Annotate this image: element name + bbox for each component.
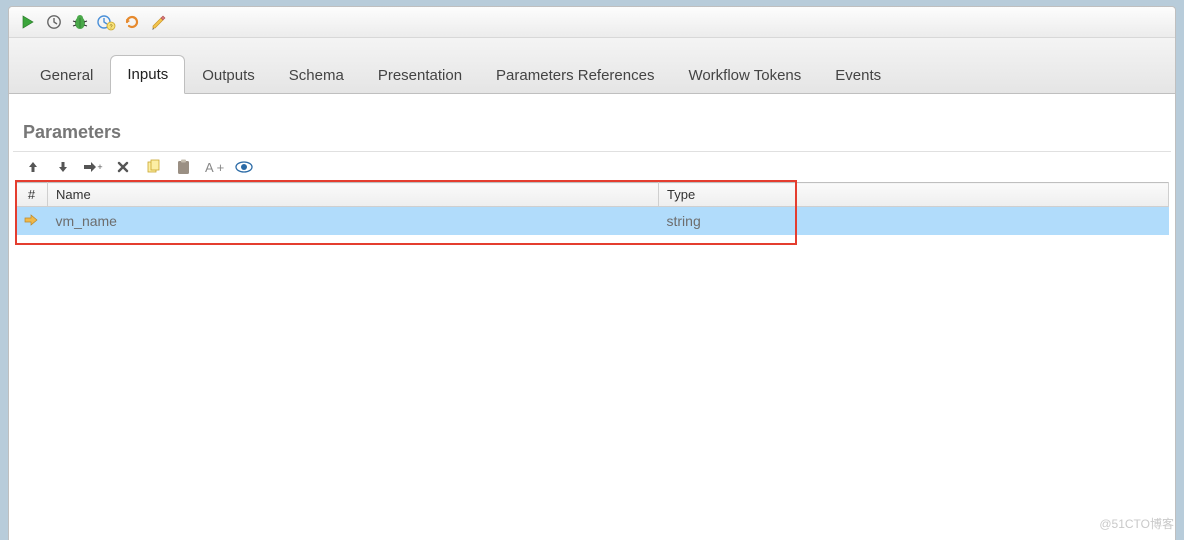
table-row[interactable]: vm_name string xyxy=(16,207,1169,236)
divider xyxy=(13,151,1171,152)
visibility-button[interactable] xyxy=(234,158,254,176)
tab-events[interactable]: Events xyxy=(818,56,898,94)
a-plus-label: A + xyxy=(205,160,224,175)
svg-text:+: + xyxy=(97,162,102,172)
refresh-button[interactable] xyxy=(121,11,143,33)
copy-icon xyxy=(145,159,161,175)
debug-button[interactable] xyxy=(69,11,91,33)
tab-schema[interactable]: Schema xyxy=(272,56,361,94)
parameters-grid-wrap: # Name Type vm_name string xyxy=(15,182,1169,235)
play-icon xyxy=(20,14,36,30)
paste-button[interactable] xyxy=(173,158,193,176)
tab-outputs[interactable]: Outputs xyxy=(185,56,272,94)
parameters-table: # Name Type vm_name string xyxy=(15,182,1169,235)
edit-button[interactable] xyxy=(147,11,169,33)
tab-workflow-tokens[interactable]: Workflow Tokens xyxy=(671,56,818,94)
svg-text:?: ? xyxy=(109,25,112,31)
schedule-button[interactable] xyxy=(43,11,65,33)
col-header-name[interactable]: Name xyxy=(48,183,659,207)
col-header-num[interactable]: # xyxy=(16,183,48,207)
timer-button[interactable]: ? xyxy=(95,11,117,33)
tab-parameters-references[interactable]: Parameters References xyxy=(479,56,671,94)
copy-button[interactable] xyxy=(143,158,163,176)
clock-icon xyxy=(46,14,62,30)
arrow-up-icon xyxy=(26,160,40,174)
pencil-icon xyxy=(150,14,167,31)
move-down-button[interactable] xyxy=(53,158,73,176)
a-plus-button[interactable]: A + xyxy=(203,158,224,176)
parameters-toolbar: + A + xyxy=(9,156,1175,182)
tab-inputs[interactable]: Inputs xyxy=(110,55,185,94)
input-arrow-icon xyxy=(24,214,40,226)
tab-content: Parameters + A + xyxy=(9,94,1175,540)
move-up-button[interactable] xyxy=(23,158,43,176)
refresh-icon xyxy=(123,13,141,31)
tab-general[interactable]: General xyxy=(23,56,110,94)
cell-name: vm_name xyxy=(48,207,659,236)
tab-presentation[interactable]: Presentation xyxy=(361,56,479,94)
col-header-type[interactable]: Type xyxy=(659,183,1169,207)
bug-icon xyxy=(71,13,89,31)
cell-type: string xyxy=(659,207,1169,236)
arrow-right-plus-icon: + xyxy=(83,160,103,174)
arrow-down-icon xyxy=(56,160,70,174)
eye-icon xyxy=(235,161,253,173)
watermark: @51CTO博客 xyxy=(1099,515,1174,532)
add-param-button[interactable]: + xyxy=(83,158,103,176)
run-button[interactable] xyxy=(17,11,39,33)
x-icon xyxy=(116,160,130,174)
section-title-parameters: Parameters xyxy=(9,94,1175,151)
tab-bar: General Inputs Outputs Schema Presentati… xyxy=(9,38,1175,94)
delete-param-button[interactable] xyxy=(113,158,133,176)
clock-badge-icon: ? xyxy=(96,13,116,31)
clipboard-icon xyxy=(176,159,191,175)
main-toolbar: ? xyxy=(9,7,1175,38)
